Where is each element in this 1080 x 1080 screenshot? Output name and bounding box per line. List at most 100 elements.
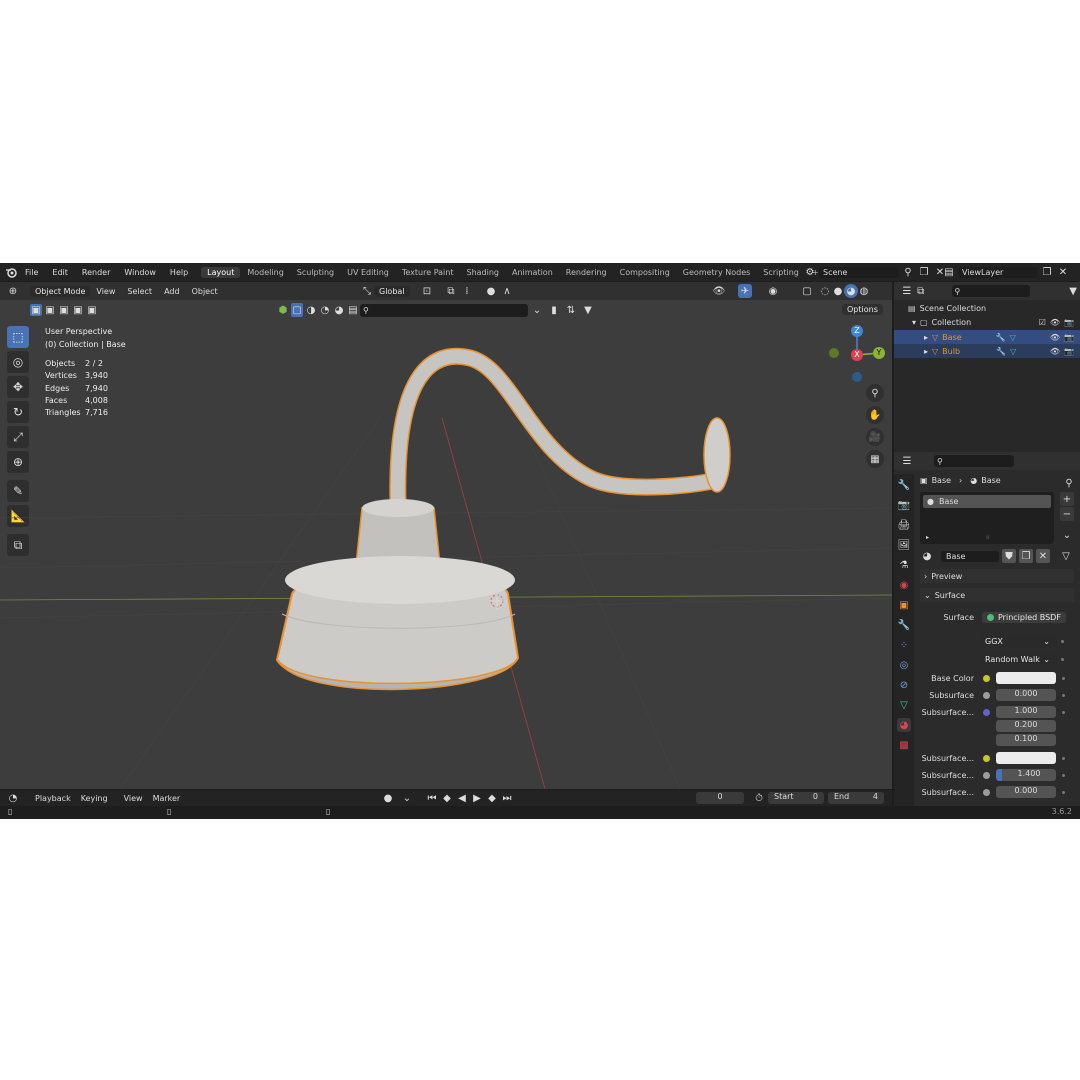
current-frame-field[interactable]: 0 [696,792,744,804]
select-box-mode-icon[interactable]: ▣ [30,304,42,316]
outliner-object-row[interactable]: ▸ ▽ Bulb 🔧 ▽ 👁 📷 [894,344,1080,358]
tab-uv-editing[interactable]: UV Editing [341,267,395,278]
base-color-swatch[interactable] [996,672,1056,684]
jump-start-icon[interactable]: ⏮ [425,791,439,805]
world-tab-icon[interactable]: ◉ [897,578,911,592]
data-tab-icon[interactable]: ▽ [897,698,911,712]
editor-type-icon[interactable]: ⊕ [6,284,20,298]
subsurface-radius-y-field[interactable]: 0.200 [996,720,1056,732]
fake-user-icon[interactable]: ⛊ [1002,549,1016,563]
camera-filter-icon[interactable]: ◔ [319,303,331,317]
3d-viewport[interactable]: ⊕ Object Mode View Select Add Object ⤡ G… [0,282,892,789]
proportional-edit-icon[interactable]: ● [484,284,498,298]
camera-render-icon[interactable]: 📷 [1064,333,1074,342]
transform-orientation-icon[interactable]: ⤡ [360,284,374,298]
subsurface-radius-z-field[interactable]: 0.100 [996,734,1056,746]
unlink-material-icon[interactable]: ✕ [1036,549,1050,563]
mesh-data-icon[interactable]: ▽ [1010,333,1016,342]
select-intersect-icon[interactable]: ▣ [86,304,98,316]
prev-keyframe-icon[interactable]: ◆ [440,791,454,805]
auto-key-icon[interactable]: ⌄ [400,791,414,805]
physics-tab-icon[interactable]: ◎ [897,658,911,672]
snap-target-icon[interactable]: ⁞ [460,284,474,298]
gizmo-toggle-icon[interactable]: ✈ [738,284,752,298]
shading-rendered-icon[interactable]: ◍ [857,284,871,298]
camera-icon[interactable]: 🎥 [866,428,884,446]
snap-icon[interactable]: ⧉ [444,284,458,298]
menu-view[interactable]: View [90,287,121,296]
close-view-layer-icon[interactable]: ✕ [1056,265,1070,279]
constraints-tab-icon[interactable]: ⊘ [897,678,911,692]
eye-icon[interactable]: 👁 [1050,347,1060,356]
transform-orientation-dropdown[interactable]: Global [374,285,410,297]
wrench-icon[interactable]: 🔧 [996,347,1006,356]
tab-shading[interactable]: Shading [460,267,505,278]
gizmo-x-axis[interactable]: X [851,349,863,361]
play-icon[interactable]: ▶ [470,791,484,805]
expand-arrow-icon[interactable]: ▾ [912,318,916,327]
output-tab-icon[interactable]: 🖨 [897,518,911,532]
properties-editor-icon[interactable]: ☰ [900,454,914,468]
eye-icon[interactable]: 👁 [1050,318,1060,327]
expand-arrow-icon[interactable]: ▸ [924,347,928,356]
xray-icon[interactable]: ▢ [800,284,814,298]
viewport-search-input[interactable]: ⚲ [360,304,528,317]
subsurface-radius-x-field[interactable]: 1.000 [996,706,1056,718]
tab-rendering[interactable]: Rendering [560,267,613,278]
particles-tab-icon[interactable]: ⁘ [897,638,911,652]
navigation-gizmo[interactable]: Z Y X [826,323,890,387]
menu-object[interactable]: Object [186,287,224,296]
scene-icon[interactable]: ⚙ [803,265,817,279]
surface-panel-header[interactable]: ⌄ Surface [920,588,1074,602]
surface-shader-button[interactable]: Principled BSDF [982,612,1066,623]
tab-modeling[interactable]: Modeling [241,267,289,278]
menu-file[interactable]: File [18,268,45,277]
material-filter-icon[interactable]: ◑ [305,303,317,317]
shading-wireframe-icon[interactable]: ◌ [818,284,832,298]
pivot-icon[interactable]: ⊡ [420,284,434,298]
gizmo-y-axis[interactable]: Y [873,347,885,359]
value-socket-icon[interactable] [983,771,990,779]
view-layer-name-field[interactable]: ViewLayer [958,266,1038,278]
grid-perspective-icon[interactable]: ▦ [866,450,884,468]
expand-arrow-icon[interactable]: ▸ [926,534,929,541]
material-name-field[interactable]: Base [941,550,999,562]
shading-solid-icon[interactable]: ● [831,284,845,298]
select-subtract-icon[interactable]: ▣ [58,304,70,316]
value-socket-icon[interactable] [983,691,990,699]
outliner-scene-collection[interactable]: ▤ Scene Collection [908,304,986,313]
mode-dropdown[interactable]: Object Mode [30,285,91,297]
cube-filter-icon[interactable]: ⬢ [277,303,289,317]
outliner-search-input[interactable]: ⚲ [951,285,1031,297]
falloff-icon[interactable]: ∧ [500,284,514,298]
timeline-editor-icon[interactable]: ◔ [6,791,20,805]
copy-view-layer-icon[interactable]: ❐ [1040,265,1054,279]
material-slot[interactable]: ● Base [923,495,1051,508]
chevron-down-icon[interactable]: ⌄ [530,303,544,317]
tool-tab-icon[interactable]: 🔧 [897,478,911,492]
shading-material-icon[interactable]: ◕ [844,284,858,298]
menu-edit[interactable]: Edit [45,268,75,277]
outliner-object-row[interactable]: ▸ ▽ Base 🔧 ▽ 👁 📷 [894,330,1080,344]
jump-end-icon[interactable]: ⏭ [500,791,514,805]
remove-slot-icon[interactable]: − [1060,507,1074,521]
color-socket-icon[interactable] [983,754,990,762]
value-socket-icon[interactable] [983,788,990,796]
menu-window[interactable]: Window [117,268,163,277]
start-frame-field[interactable]: Start 0 [768,792,824,804]
expand-arrow-icon[interactable]: ▸ [924,333,928,342]
camera-render-icon[interactable]: 📷 [1064,318,1074,327]
world-filter-icon[interactable]: ▤ [347,303,359,317]
end-frame-field[interactable]: End 4 [828,792,884,804]
material-tab-icon[interactable]: ◕ [897,718,911,732]
wrench-icon[interactable]: 🔧 [996,333,1006,342]
object-tab-icon[interactable]: ▣ [897,598,911,612]
subsurface-method-dropdown[interactable]: Random Walk ⌄ [980,654,1055,665]
select-invert-icon[interactable]: ▣ [72,304,84,316]
properties-search-input[interactable]: ⚲ [934,455,1014,467]
menu-keying[interactable]: Keying [76,794,113,803]
duplicate-material-icon[interactable]: ❐ [1019,549,1033,563]
subsurface-ior-field[interactable]: 1.400 [996,769,1056,781]
tab-sculpting[interactable]: Sculpting [291,267,340,278]
render-tab-icon[interactable]: 📷 [897,498,911,512]
